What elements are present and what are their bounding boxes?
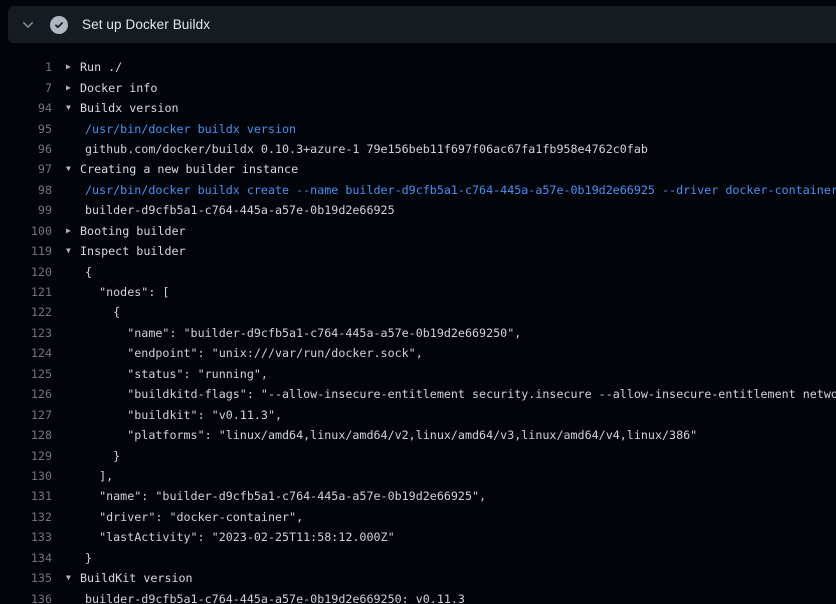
collapse-group-icon[interactable]: ▼ [66,574,80,582]
line-number: 121 [0,285,52,299]
line-number: 123 [0,326,52,340]
line-number: 96 [0,142,52,156]
log-text: { [80,305,120,319]
line-number: 99 [0,203,52,217]
line-number: 95 [0,122,52,136]
log-text: "buildkit": "v0.11.3", [80,408,282,422]
line-number: 126 [0,387,52,401]
log-line: 131 "name": "builder-d9cfb5a1-c764-445a-… [0,486,836,506]
log-line: 136 builder-d9cfb5a1-c764-445a-a57e-0b19… [0,588,836,604]
log-text: Docker info [80,81,157,95]
line-number: 129 [0,449,52,463]
log-line: 99 builder-d9cfb5a1-c764-445a-a57e-0b19d… [0,200,836,220]
log-line[interactable]: 97 ▼ Creating a new builder instance [0,159,836,179]
log-line[interactable]: 94 ▼ Buildx version [0,98,836,118]
line-number: 94 [0,101,52,115]
log-text: "name": "builder-d9cfb5a1-c764-445a-a57e… [80,489,486,503]
log-text: ], [80,469,113,483]
log-line[interactable]: 1 ▶ Run ./ [0,57,836,77]
log-line: 126 "buildkitd-flags": "--allow-insecure… [0,384,836,404]
log-text: "buildkitd-flags": "--allow-insecure-ent… [80,387,836,401]
log-line: 123 "name": "builder-d9cfb5a1-c764-445a-… [0,323,836,343]
log-text: builder-d9cfb5a1-c764-445a-a57e-0b19d2e6… [80,203,395,217]
check-circle-icon [50,16,68,34]
log-line: 96 github.com/docker/buildx 0.10.3+azure… [0,139,836,159]
log-line[interactable]: 135 ▼ BuildKit version [0,568,836,588]
log-text: "platforms": "linux/amd64,linux/amd64/v2… [80,428,697,442]
log-line: 133 "lastActivity": "2023-02-25T11:58:12… [0,527,836,547]
log-line: 120 { [0,261,836,281]
log-line[interactable]: 119 ▼ Inspect builder [0,241,836,261]
line-number: 127 [0,408,52,422]
log-text: /usr/bin/docker buildx version [80,122,296,136]
log-text: "driver": "docker-container", [80,510,303,524]
collapse-group-icon[interactable]: ▼ [66,247,80,255]
log-text: Buildx version [80,101,179,115]
line-number: 130 [0,469,52,483]
log-text: "lastActivity": "2023-02-25T11:58:12.000… [80,530,395,544]
log-line: 124 "endpoint": "unix:///var/run/docker.… [0,343,836,363]
log-text: { [80,265,92,279]
log-line: 127 "buildkit": "v0.11.3", [0,404,836,424]
line-number: 136 [0,592,52,604]
log-text: "name": "builder-d9cfb5a1-c764-445a-a57e… [80,326,521,340]
line-number: 132 [0,510,52,524]
line-number: 133 [0,530,52,544]
log-text: builder-d9cfb5a1-c764-445a-a57e-0b19d2e6… [80,592,465,604]
line-number: 7 [0,81,52,95]
log-line[interactable]: 100 ▶ Booting builder [0,221,836,241]
line-number: 98 [0,183,52,197]
collapse-group-icon[interactable]: ▼ [66,104,80,112]
log-line: 129 } [0,445,836,465]
step-header[interactable]: Set up Docker Buildx [8,6,836,43]
line-number: 124 [0,346,52,360]
log-text: "nodes": [ [80,285,169,299]
log-text: Booting builder [80,224,186,238]
expand-group-icon[interactable]: ▶ [66,84,80,92]
log-text: "status": "running", [80,367,268,381]
collapse-group-icon[interactable]: ▼ [66,165,80,173]
expand-group-icon[interactable]: ▶ [66,227,80,235]
log-line: 130 ], [0,466,836,486]
log-text: github.com/docker/buildx 0.10.3+azure-1 … [80,142,648,156]
line-number: 97 [0,162,52,176]
line-number: 131 [0,489,52,503]
log-line: 98 /usr/bin/docker buildx create --name … [0,180,836,200]
line-number: 125 [0,367,52,381]
line-number: 120 [0,265,52,279]
log-line: 122 { [0,302,836,322]
expand-group-icon[interactable]: ▶ [66,63,80,71]
log-line: 121 "nodes": [ [0,282,836,302]
line-number: 1 [0,60,52,74]
log-text: } [80,449,120,463]
log-line: 132 "driver": "docker-container", [0,507,836,527]
line-number: 100 [0,224,52,238]
line-number: 134 [0,551,52,565]
line-number: 122 [0,305,52,319]
step-log: 1 ▶ Run ./ 7 ▶ Docker info 94 ▼ Buildx v… [0,57,836,604]
log-text: "endpoint": "unix:///var/run/docker.sock… [80,346,423,360]
log-line[interactable]: 7 ▶ Docker info [0,77,836,97]
log-text: BuildKit version [80,571,193,585]
log-text: Creating a new builder instance [80,162,298,176]
log-line: 128 "platforms": "linux/amd64,linux/amd6… [0,425,836,445]
log-text: /usr/bin/docker buildx create --name bui… [80,183,836,197]
line-number: 119 [0,244,52,258]
line-number: 128 [0,428,52,442]
step-title: Set up Docker Buildx [82,17,210,32]
log-line: 134 } [0,548,836,568]
log-text: Run ./ [80,60,122,74]
line-number: 135 [0,571,52,585]
log-line: 95 /usr/bin/docker buildx version [0,118,836,138]
log-text: Inspect builder [80,244,186,258]
log-line: 125 "status": "running", [0,364,836,384]
log-text: } [80,551,92,565]
chevron-down-icon[interactable] [20,17,36,33]
